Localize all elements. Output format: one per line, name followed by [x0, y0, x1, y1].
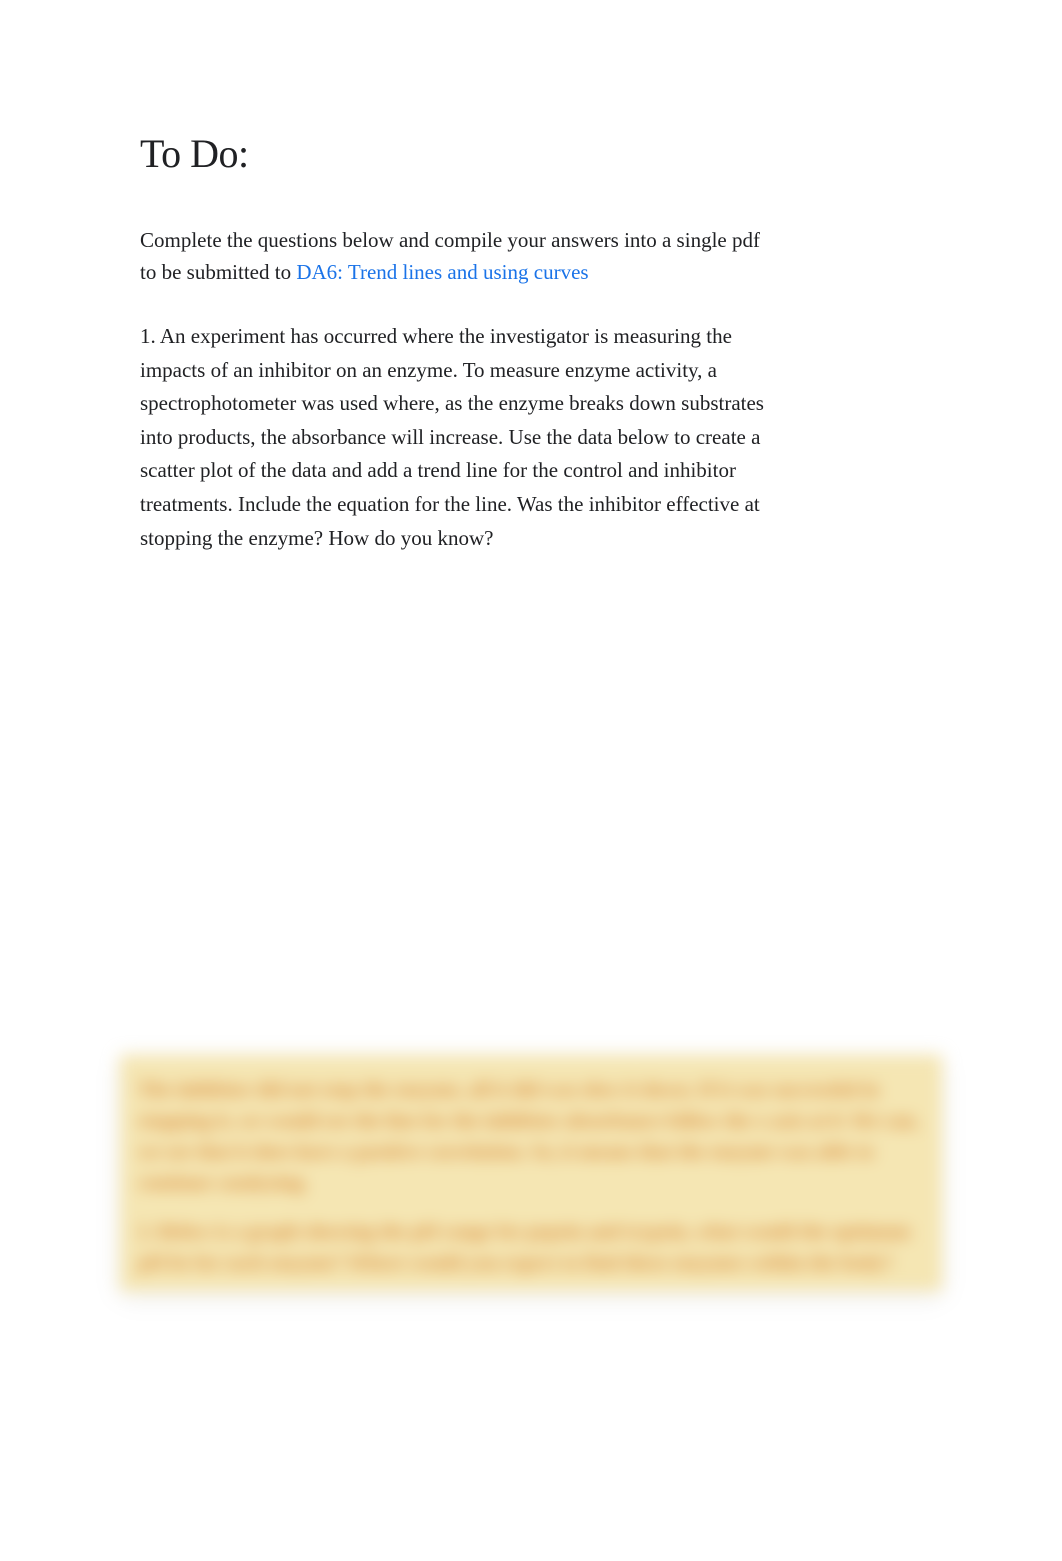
question-1-number: 1. — [140, 324, 160, 348]
blurred-question-2: 2. Below is a graph showing the pH range… — [138, 1217, 924, 1279]
intro-paragraph: Complete the questions below and compile… — [140, 225, 770, 288]
question-1: 1. An experiment has occurred where the … — [140, 320, 770, 555]
blurred-answer-box: The inhibitor did not stop the enzyme, a… — [120, 1055, 942, 1291]
assignment-link[interactable]: DA6: Trend lines and using curves — [296, 260, 588, 284]
chart-placeholder — [0, 575, 1062, 1055]
question-1-text: An experiment has occurred where the inv… — [140, 324, 764, 550]
blurred-answer-1: The inhibitor did not stop the enzyme, a… — [138, 1075, 924, 1199]
page-heading: To Do: — [140, 130, 770, 177]
